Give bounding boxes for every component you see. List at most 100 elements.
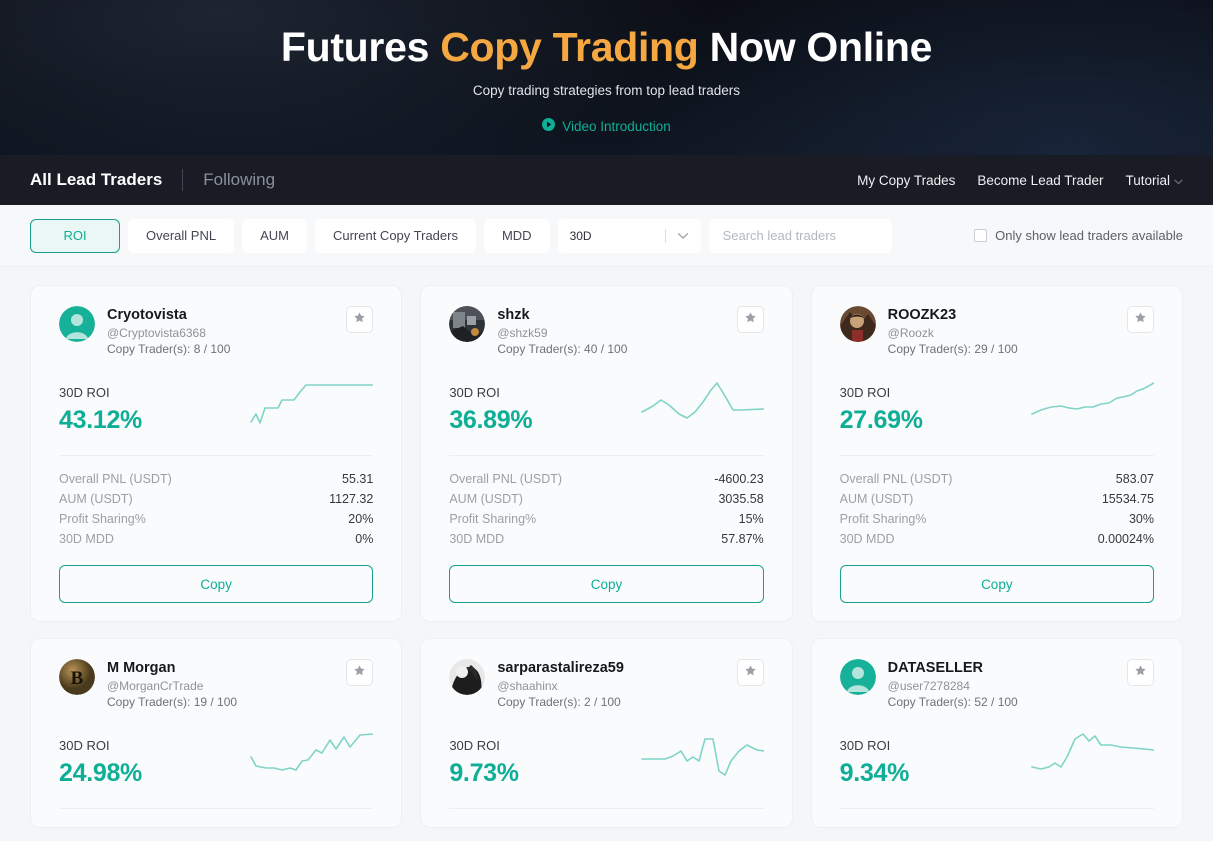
roi-sparkline-chart — [1029, 378, 1155, 435]
trader-copiers: Copy Trader(s): 52 / 100 — [887, 695, 1018, 710]
card-stats: Overall PNL (USDT) -4600.23 AUM (USDT) 3… — [449, 469, 763, 549]
stat-label: Overall PNL (USDT) — [449, 472, 563, 487]
trader-copiers: Copy Trader(s): 8 / 100 — [107, 342, 231, 357]
roi-text: 30D ROI 27.69% — [840, 385, 923, 435]
card-divider — [59, 808, 374, 810]
roi-label: 30D ROI — [839, 385, 891, 401]
tab-all-lead-traders[interactable]: All Lead Traders — [30, 170, 182, 190]
hero-subtitle: Copy trading strategies from top lead tr… — [472, 83, 741, 99]
card-header: DATASELLER @user7278284 Copy Trader(s): … — [839, 659, 1154, 710]
trader-name: sarparastalireza59 — [497, 660, 624, 677]
trader-card[interactable]: shzk @shzk59 Copy Trader(s): 40 / 100 30… — [420, 285, 793, 623]
stat-value: 3035.58 — [718, 492, 764, 507]
trader-name: ROOZK23 — [887, 307, 957, 323]
nav-link-my-copy-trades-label: My Copy Trades — [857, 172, 956, 188]
roi-label: 30D ROI — [449, 738, 500, 754]
nav-links: My Copy Trades Become Lead Trader Tutori… — [857, 173, 1183, 188]
filter-chip-overall-pnl-label: Overall PNL — [146, 228, 217, 243]
filter-chip-aum-label: AUM — [260, 228, 289, 243]
favorite-button[interactable] — [1127, 306, 1154, 333]
only-available-label: Only show lead traders available — [995, 228, 1183, 243]
copy-button[interactable]: Copy — [839, 565, 1154, 604]
avatar — [839, 306, 876, 342]
copy-button[interactable]: Copy — [449, 565, 764, 604]
copy-button[interactable]: Copy — [59, 565, 374, 604]
trader-card[interactable]: sarparastalireza59 @shaahinx Copy Trader… — [420, 638, 793, 829]
filter-chip-aum[interactable]: AUM — [242, 218, 307, 253]
nav-link-become-lead-trader-label: Become Lead Trader — [977, 172, 1104, 188]
favorite-button[interactable] — [736, 306, 764, 333]
stat-value: -4600.23 — [714, 472, 764, 487]
video-introduction-label: Video Introduction — [562, 118, 671, 134]
search-lead-traders-box[interactable] — [708, 218, 892, 253]
filter-chip-current-copy-traders[interactable]: Current Copy Traders — [314, 218, 476, 253]
trader-copiers: Copy Trader(s): 2 / 100 — [497, 695, 621, 710]
nav-divider — [182, 169, 184, 191]
star-icon — [353, 311, 366, 329]
star-icon — [1134, 311, 1147, 329]
trader-card[interactable]: B M Morgan @MorganCrTrade Copy Trader(s)… — [30, 638, 403, 829]
filter-chip-current-copy-traders-label: Current Copy Traders — [332, 228, 458, 243]
favorite-button[interactable] — [736, 659, 764, 687]
filter-chip-overall-pnl[interactable]: Overall PNL — [128, 218, 235, 253]
stat-row: 30D MDD 0% — [59, 529, 373, 549]
stat-label: Profit Sharing% — [839, 512, 927, 527]
trader-name: M Morgan — [107, 660, 176, 677]
favorite-button[interactable] — [346, 306, 374, 333]
chevron-down-icon — [677, 229, 689, 243]
hero-title-part2: Now Online — [698, 24, 933, 70]
trader-identity: sarparastalireza59 @shaahinx Copy Trader… — [497, 659, 624, 709]
roi-value: 43.12% — [59, 406, 142, 435]
only-available-checkbox[interactable] — [974, 229, 988, 242]
filter-chip-mdd[interactable]: MDD — [483, 218, 550, 253]
star-icon — [744, 664, 757, 682]
period-select[interactable]: 30D — [557, 218, 701, 253]
hero-title-accent: Copy Trading — [440, 24, 699, 70]
search-input[interactable] — [722, 228, 878, 243]
tab-following[interactable]: Following — [203, 170, 295, 190]
roi-text: 30D ROI 9.73% — [449, 738, 519, 788]
trader-name: shzk — [497, 307, 530, 323]
star-icon — [744, 311, 757, 329]
filter-chip-roi-label: ROI — [63, 228, 87, 243]
hero-banner: Futures Copy Trading Now Online Copy tra… — [0, 0, 1213, 155]
roi-value: 24.98% — [59, 759, 142, 788]
stat-value: 20% — [348, 512, 374, 527]
stat-label: 30D MDD — [59, 532, 114, 547]
avatar — [59, 306, 95, 342]
nav-link-tutorial[interactable]: Tutorial — [1125, 173, 1183, 188]
stat-row: Profit Sharing% 15% — [449, 509, 763, 529]
favorite-button[interactable] — [1127, 659, 1154, 687]
card-header: B M Morgan @MorganCrTrade Copy Trader(s)… — [59, 659, 374, 709]
card-header: ROOZK23 @Roozk Copy Trader(s): 29 / 100 — [839, 306, 1154, 356]
roi-value: 36.89% — [449, 406, 533, 435]
stat-label: AUM (USDT) — [59, 492, 133, 507]
roi-text: 30D ROI 9.34% — [839, 738, 910, 788]
nav-link-tutorial-label: Tutorial — [1125, 172, 1170, 188]
stat-value: 583.07 — [1115, 472, 1154, 487]
trader-card[interactable]: DATASELLER @user7278284 Copy Trader(s): … — [810, 638, 1183, 829]
period-select-value: 30D — [569, 228, 592, 243]
roi-block: 30D ROI 36.89% — [449, 378, 765, 435]
nav-link-become-lead-trader[interactable]: Become Lead Trader — [977, 173, 1103, 188]
favorite-button[interactable] — [346, 659, 374, 687]
stat-row: 30D MDD 0.00024% — [840, 529, 1154, 549]
trader-handle: @MorganCrTrade — [107, 679, 204, 694]
page-title: Futures Copy Trading Now Online — [0, 0, 1213, 71]
roi-label: 30D ROI — [449, 385, 500, 401]
only-available-toggle[interactable]: Only show lead traders available — [974, 228, 1183, 243]
roi-label: 30D ROI — [839, 738, 891, 754]
roi-value: 27.69% — [839, 406, 923, 435]
trader-card[interactable]: Cryotovista @Cryptovista6368 Copy Trader… — [30, 285, 403, 623]
chevron-down-icon — [1174, 173, 1183, 188]
filter-chip-roi[interactable]: ROI — [30, 218, 120, 253]
roi-value: 9.73% — [449, 759, 519, 788]
trader-handle: @shzk59 — [497, 326, 548, 341]
nav-link-my-copy-trades[interactable]: My Copy Trades — [857, 173, 955, 188]
roi-block: 30D ROI 9.73% — [449, 731, 765, 788]
video-introduction-link[interactable]: Video Introduction — [0, 118, 1213, 134]
secondary-nav: All Lead Traders Following My Copy Trade… — [0, 155, 1213, 205]
stat-value: 55.31 — [342, 472, 374, 487]
card-header: sarparastalireza59 @shaahinx Copy Trader… — [449, 659, 764, 709]
trader-card[interactable]: ROOZK23 @Roozk Copy Trader(s): 29 / 100 … — [810, 285, 1183, 623]
